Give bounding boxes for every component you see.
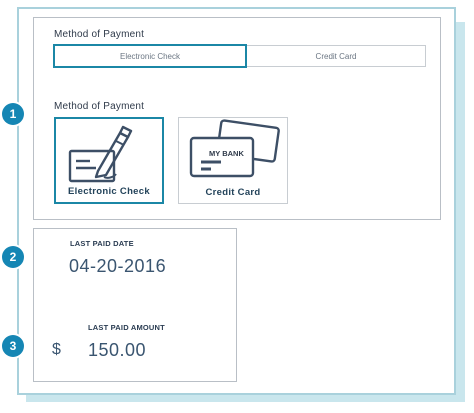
payment-method-segmented-control: Electronic Check Credit Card (53, 44, 426, 68)
credit-card-label: Credit Card (205, 187, 261, 198)
callout-badge-3: 3 (2, 335, 24, 357)
callout-badge-1: 1 (2, 103, 24, 125)
segment-electronic-check[interactable]: Electronic Check (53, 44, 247, 68)
currency-symbol: $ (52, 341, 62, 358)
last-paid-date-value: 04-20-2016 (69, 256, 167, 276)
last-paid-amount-label: LAST PAID AMOUNT (88, 323, 165, 332)
segment-credit-card[interactable]: Credit Card (247, 46, 425, 66)
callout-badge-2: 2 (2, 246, 24, 268)
check-pen-icon (68, 125, 133, 183)
tile-group-title: Method of Payment (54, 101, 145, 112)
card-bank-text: MY BANK (209, 149, 244, 158)
credit-card-tile[interactable]: MY BANK Credit Card (178, 117, 288, 204)
last-paid-amount-value: 150.00 (88, 340, 147, 360)
last-paid-date-label: LAST PAID DATE (70, 239, 134, 248)
electronic-check-label: Electronic Check (68, 186, 150, 197)
segmented-control-title: Method of Payment (54, 29, 145, 40)
electronic-check-tile[interactable]: Electronic Check (54, 117, 164, 204)
